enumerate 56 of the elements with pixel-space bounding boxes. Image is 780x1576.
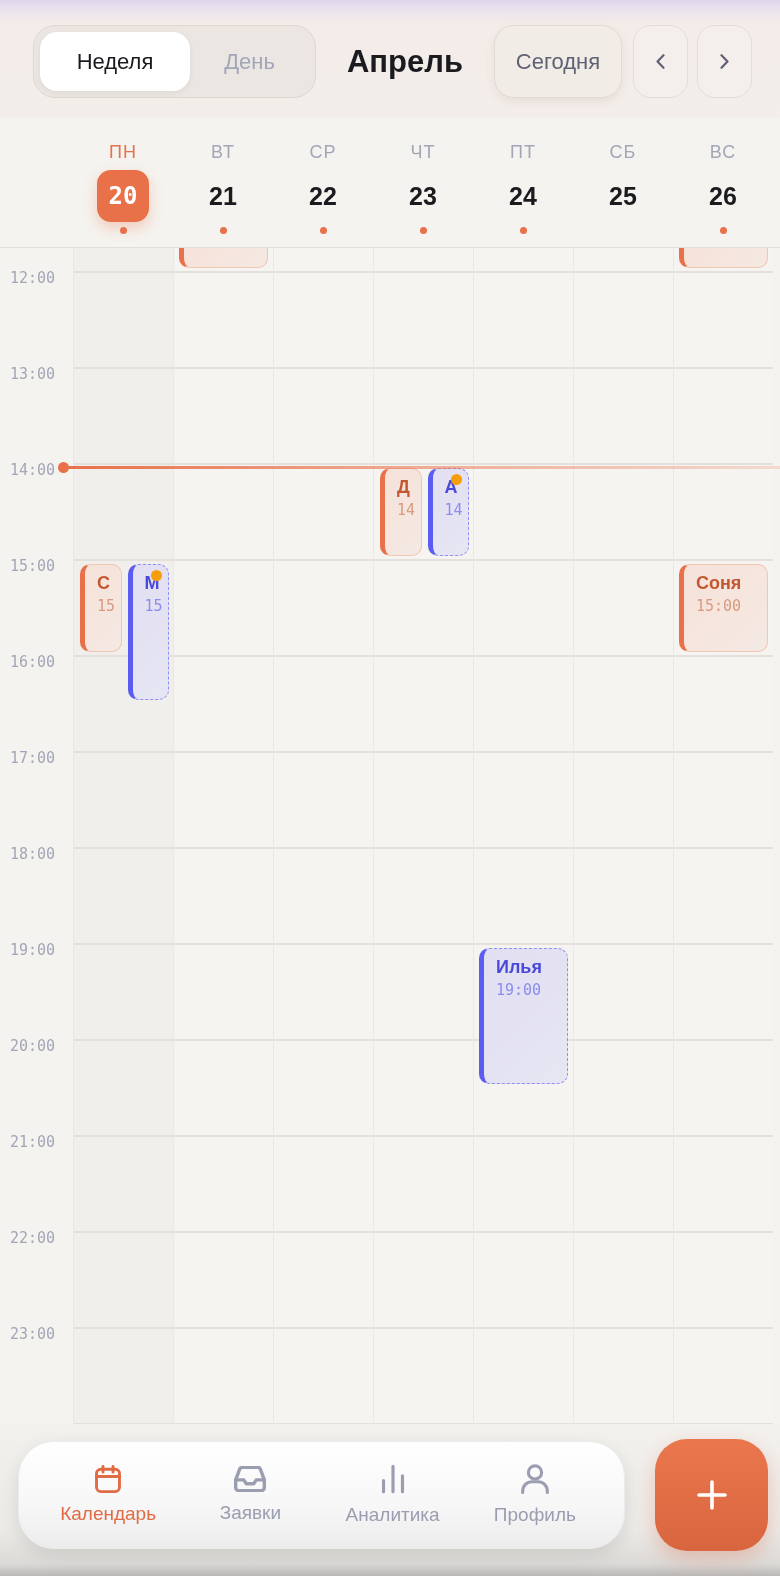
today-button[interactable]: Сегодня <box>494 25 622 98</box>
event-time: 14 <box>397 501 416 520</box>
date-number[interactable]: 20 <box>97 170 149 222</box>
chevron-left-icon <box>656 54 665 69</box>
event-card[interactable] <box>179 248 268 268</box>
time-label: 22:00 <box>10 1228 56 1248</box>
date-number[interactable]: 23 <box>409 181 437 211</box>
event-time: 15 <box>97 597 116 616</box>
time-label: 14:00 <box>10 460 56 480</box>
chevron-right-icon <box>720 54 729 69</box>
weekday-label: СР <box>309 141 337 164</box>
time-label: 19:00 <box>10 940 56 960</box>
event-time: 14 <box>444 501 463 520</box>
weekday-label: СБ <box>609 141 637 164</box>
time-label: 13:00 <box>10 364 56 384</box>
event-name: С <box>97 572 110 594</box>
calendar-icon <box>94 1465 123 1493</box>
time-label: 21:00 <box>10 1132 56 1152</box>
event-name: Соня <box>696 572 742 594</box>
date-number[interactable]: 21 <box>209 181 237 211</box>
event-card[interactable] <box>679 248 768 268</box>
time-label: 12:00 <box>10 268 56 288</box>
event-name: Д <box>397 476 410 498</box>
date-number[interactable]: 26 <box>709 181 737 211</box>
bar-chart-icon <box>379 1464 406 1494</box>
inbox-tray-icon <box>234 1466 267 1492</box>
add-button[interactable] <box>655 1439 768 1551</box>
month-title: Апрель <box>346 43 463 80</box>
date-number[interactable]: 22 <box>309 181 337 211</box>
time-label: 15:00 <box>10 556 56 576</box>
view-tab[interactable]: Неделя <box>40 32 190 91</box>
user-icon <box>520 1464 549 1494</box>
event-card[interactable]: Илья 19:00 <box>479 948 568 1084</box>
time-label: 17:00 <box>10 748 56 768</box>
weekday-label: ПТ <box>510 141 536 164</box>
date-number[interactable]: 25 <box>609 181 637 211</box>
weekday-label: ВТ <box>211 141 235 164</box>
nav-tab[interactable]: Календарь <box>37 1442 180 1548</box>
time-label: 16:00 <box>10 652 56 672</box>
event-card[interactable]: С 15 <box>80 564 122 652</box>
event-time: 15 <box>144 597 163 616</box>
event-time: 15:00 <box>696 597 742 616</box>
time-label: 18:00 <box>10 844 56 864</box>
weekday-label: ПН <box>109 141 137 164</box>
plus-icon <box>696 1480 727 1510</box>
event-card[interactable]: Д 14 <box>380 468 422 556</box>
event-name: А <box>444 476 458 498</box>
event-time: 19:00 <box>496 981 542 1000</box>
time-label: 23:00 <box>10 1324 56 1344</box>
time-label: 20:00 <box>10 1036 56 1056</box>
weekday-label: ВС <box>709 141 737 164</box>
event-name: Илья <box>496 956 542 978</box>
date-number[interactable]: 24 <box>509 181 537 211</box>
event-card[interactable]: А 14 <box>427 468 469 556</box>
weekday-label: ЧТ <box>410 141 436 164</box>
event-card[interactable]: Соня 15:00 <box>679 564 768 652</box>
